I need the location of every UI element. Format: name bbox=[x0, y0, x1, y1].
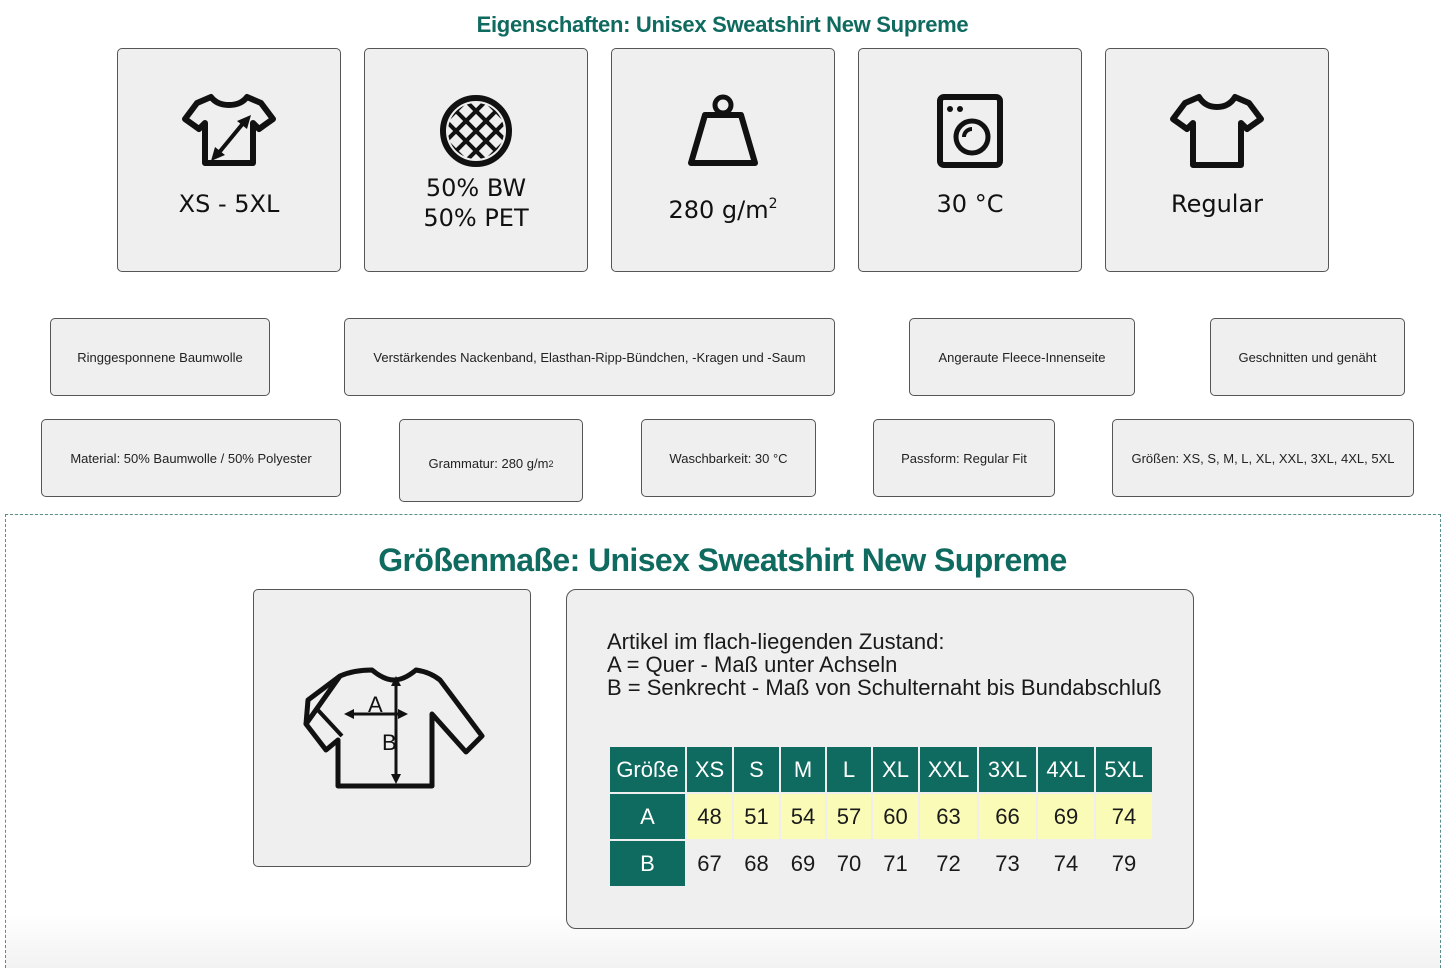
size-header: 5XL bbox=[1094, 745, 1154, 794]
property-card-fit: Regular bbox=[1105, 48, 1329, 272]
table-cell: 48 bbox=[685, 792, 734, 841]
table-cell: 66 bbox=[977, 792, 1038, 841]
table-cell: 74 bbox=[1094, 792, 1154, 841]
table-cell: 60 bbox=[871, 792, 920, 841]
washing-machine-icon bbox=[859, 91, 1081, 171]
table-cell: 57 bbox=[825, 792, 873, 841]
diagram-label-b: B bbox=[382, 730, 397, 755]
size-table-row-b: B 67 68 69 70 71 72 73 74 79 bbox=[608, 839, 1154, 888]
property-fit-text: Regular bbox=[1170, 190, 1264, 218]
table-cell: 54 bbox=[779, 792, 827, 841]
row-label-b: B bbox=[608, 839, 687, 888]
property-material-line1: 50% BW bbox=[425, 174, 527, 202]
table-cell: 68 bbox=[732, 839, 781, 888]
table-cell: 69 bbox=[1036, 792, 1096, 841]
size-header: XL bbox=[871, 745, 920, 794]
sweatshirt-measurement-icon: A B bbox=[303, 667, 485, 789]
table-cell: 69 bbox=[779, 839, 827, 888]
size-table-row-a: A 48 51 54 57 60 63 66 69 74 bbox=[608, 792, 1154, 841]
property-material-line2: 50% PET bbox=[423, 204, 529, 232]
property-card-wash: 30 °C bbox=[858, 48, 1082, 272]
table-cell: 51 bbox=[732, 792, 781, 841]
table-cell: 79 bbox=[1094, 839, 1154, 888]
size-header: 4XL bbox=[1036, 745, 1096, 794]
property-sizes-text: XS - 5XL bbox=[178, 190, 280, 218]
feature-chip-ring-spun: Ringgesponnene Baumwolle bbox=[50, 318, 270, 396]
size-header: S bbox=[732, 745, 781, 794]
property-card-material: 50% BW 50% PET bbox=[364, 48, 588, 272]
table-cell: 63 bbox=[918, 792, 979, 841]
table-cell: 67 bbox=[685, 839, 734, 888]
feature-chip-cut-sewn: Geschnitten und genäht bbox=[1210, 318, 1405, 396]
size-table: Größe XS S M L XL XXL 3XL 4XL 5XL A 48 5… bbox=[608, 745, 1154, 888]
table-cell: 74 bbox=[1036, 839, 1096, 888]
fabric-mesh-icon bbox=[365, 91, 587, 171]
measurement-description: Artikel im flach-liegenden Zustand: A = … bbox=[607, 630, 1162, 699]
size-header: L bbox=[825, 745, 873, 794]
diagram-label-a: A bbox=[368, 692, 383, 717]
measurement-diagram-card: A B bbox=[253, 589, 531, 867]
table-cell: 73 bbox=[977, 839, 1038, 888]
size-table-header-row: Größe XS S M L XL XXL 3XL 4XL 5XL bbox=[608, 745, 1154, 794]
size-header: XXL bbox=[918, 745, 979, 794]
feature-chip-material: Material: 50% Baumwolle / 50% Polyester bbox=[41, 419, 341, 497]
size-table-header-label: Größe bbox=[608, 745, 687, 794]
description-line-1: Artikel im flach-liegenden Zustand: bbox=[607, 629, 945, 654]
table-cell: 71 bbox=[871, 839, 920, 888]
property-card-weight: 280 g/m2 bbox=[611, 48, 835, 272]
size-table-card: Artikel im flach-liegenden Zustand: A = … bbox=[566, 589, 1194, 929]
tshirt-icon bbox=[1106, 91, 1328, 171]
row-label-a: A bbox=[608, 792, 687, 841]
feature-chip-wash: Waschbarkeit: 30 °C bbox=[641, 419, 816, 497]
property-card-sizes: XS - 5XL bbox=[117, 48, 341, 272]
size-shirt-icon bbox=[118, 91, 340, 171]
properties-title: Eigenschaften: Unisex Sweatshirt New Sup… bbox=[476, 12, 969, 37]
description-line-2: A = Quer - Maß unter Achseln bbox=[607, 652, 898, 677]
feature-chip-neck-tape: Verstärkendes Nackenband, Elasthan-Ripp-… bbox=[344, 318, 835, 396]
weight-icon bbox=[612, 91, 834, 171]
description-line-3: B = Senkrecht - Maß von Schulternaht bis… bbox=[607, 675, 1162, 700]
table-cell: 72 bbox=[918, 839, 979, 888]
size-header: 3XL bbox=[977, 745, 1038, 794]
table-cell: 70 bbox=[825, 839, 873, 888]
property-weight-text: 280 g/m2 bbox=[668, 196, 778, 224]
size-header: M bbox=[779, 745, 827, 794]
size-chart-title: Größenmaße: Unisex Sweatshirt New Suprem… bbox=[378, 542, 1067, 578]
size-header: XS bbox=[685, 745, 734, 794]
feature-chip-fit: Passform: Regular Fit bbox=[873, 419, 1055, 497]
feature-chip-sizes: Größen: XS, S, M, L, XL, XXL, 3XL, 4XL, … bbox=[1112, 419, 1414, 497]
feature-chip-fleece: Angeraute Fleece-Innenseite bbox=[909, 318, 1135, 396]
feature-chip-grammage: Grammatur: 280 g/m 2 bbox=[399, 419, 583, 502]
property-wash-text: 30 °C bbox=[936, 190, 1004, 218]
